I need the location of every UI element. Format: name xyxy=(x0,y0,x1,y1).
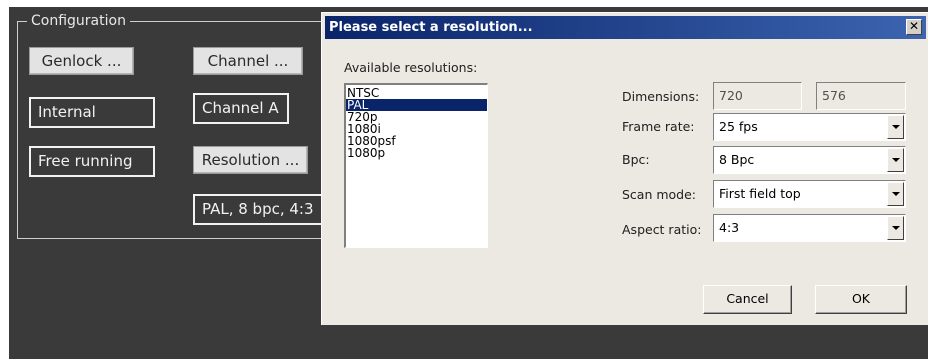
frame-rate-label: Frame rate: xyxy=(622,119,695,134)
chevron-down-icon[interactable] xyxy=(887,148,904,172)
genlock-button[interactable]: Genlock ... xyxy=(29,47,134,75)
dimensions-label: Dimensions: xyxy=(622,89,700,104)
chevron-down-icon[interactable] xyxy=(887,182,904,206)
resolution-button[interactable]: Resolution ... xyxy=(193,146,308,174)
frame-rate-select[interactable]: 25 fps xyxy=(713,113,906,141)
scan-mode-label: Scan mode: xyxy=(622,187,697,202)
frame-rate-value: 25 fps xyxy=(719,119,758,134)
cancel-button[interactable]: Cancel xyxy=(703,285,792,314)
chevron-down-icon[interactable] xyxy=(887,115,904,139)
resolution-value: PAL, 8 bpc, 4:3 xyxy=(193,194,333,225)
channel-button[interactable]: Channel ... xyxy=(193,47,303,75)
resolution-list[interactable]: NTSC PAL 720p 1080i 1080psf 1080p xyxy=(344,83,488,248)
sync-mode-value: Free running xyxy=(29,146,155,177)
close-icon[interactable]: ✕ xyxy=(906,19,922,35)
aspect-ratio-select[interactable]: 4:3 xyxy=(713,214,906,242)
aspect-ratio-value: 4:3 xyxy=(719,220,740,235)
dimension-width-field: 720 xyxy=(713,82,802,110)
bpc-select[interactable]: 8 Bpc xyxy=(713,146,906,174)
available-resolutions-label: Available resolutions: xyxy=(344,60,478,75)
aspect-ratio-label: Aspect ratio: xyxy=(622,222,702,237)
channel-value: Channel A xyxy=(193,93,289,124)
chevron-down-icon[interactable] xyxy=(887,216,904,240)
ok-button[interactable]: OK xyxy=(815,285,907,314)
dimension-height-field: 576 xyxy=(816,82,906,110)
bpc-label: Bpc: xyxy=(622,152,650,167)
scan-mode-value: First field top xyxy=(719,186,801,201)
resolution-list-item[interactable]: 1080p xyxy=(346,147,487,159)
genlock-value: Internal xyxy=(29,97,155,128)
dialog-titlebar[interactable]: Please select a resolution... ✕ xyxy=(325,16,926,39)
resolution-dialog: Please select a resolution... ✕ Availabl… xyxy=(321,12,928,325)
configuration-group-title: Configuration xyxy=(27,13,130,29)
bpc-value: 8 Bpc xyxy=(719,152,755,167)
scan-mode-select[interactable]: First field top xyxy=(713,180,906,208)
dialog-title: Please select a resolution... xyxy=(329,20,533,35)
